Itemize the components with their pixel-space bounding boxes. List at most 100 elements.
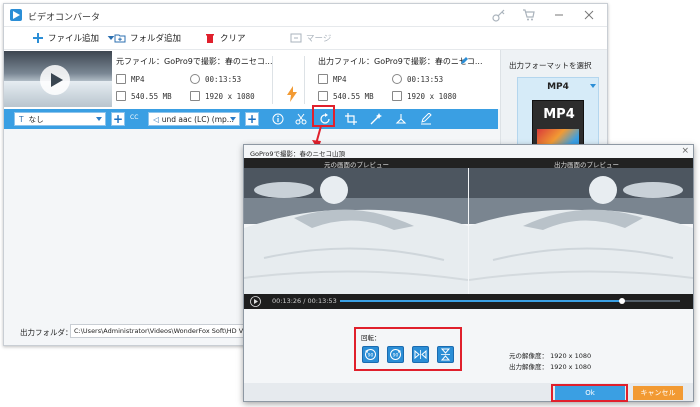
edit-icon[interactable] — [460, 56, 469, 65]
trash-icon — [206, 34, 214, 43]
rotate-controls: 回転： 90 90 — [354, 327, 462, 371]
output-folder-row: 出力フォルダ： C:\Users\Administrator\Videos\Wo… — [4, 322, 244, 342]
merge-icon — [290, 33, 302, 43]
watermark-icon[interactable] — [395, 113, 407, 125]
subtitle-edit-icon[interactable] — [420, 113, 432, 125]
toolbar: ファイル追加 フォルダ追加 クリア マージ — [4, 26, 607, 50]
add-audio-button[interactable]: + — [245, 112, 259, 126]
app-logo-icon — [10, 9, 22, 21]
original-preview — [244, 168, 468, 294]
cc-icon[interactable]: CC — [130, 114, 138, 121]
svg-text:90: 90 — [368, 353, 374, 359]
source-duration: 00:13:53 — [190, 74, 241, 84]
crop-icon[interactable] — [345, 113, 357, 125]
dialog-title: GoPro9で撮影：春のニセコ山頂 — [250, 150, 345, 158]
source-duration-value: 00:13:53 — [205, 74, 242, 84]
subtitle-select[interactable]: T なし — [14, 112, 106, 126]
folder-plus-icon — [114, 34, 126, 43]
dialog-close-icon[interactable]: × — [681, 146, 689, 156]
flip-horizontal-button[interactable] — [412, 346, 429, 363]
plus-icon — [33, 33, 43, 43]
add-folder-button[interactable]: フォルダ追加 — [114, 32, 181, 44]
original-resolution: 元の解像度： 1920 x 1080 — [509, 352, 592, 360]
play-icon[interactable] — [250, 296, 261, 307]
output-resolution-value: 1920 x 1080 — [407, 91, 457, 101]
ok-highlight — [551, 384, 628, 402]
rotate-right-button[interactable]: 90 — [387, 346, 404, 363]
source-format: MP4 — [116, 74, 145, 84]
lightning-icon — [286, 86, 298, 102]
folder-icon — [116, 91, 126, 101]
title-bar: ビデオコンバータ — [4, 4, 607, 26]
divider — [304, 56, 305, 104]
rotate-label: 回転： — [361, 334, 381, 342]
audio-select[interactable]: ◁ und aac (LC) (mp... — [148, 112, 240, 126]
output-size-value: 540.55 MB — [333, 91, 374, 101]
source-resolution-value: 1920 x 1080 — [205, 91, 255, 101]
output-folder-path[interactable]: C:\Users\Administrator\Videos\WonderFox … — [70, 324, 244, 338]
effects-icon[interactable] — [370, 113, 382, 125]
key-icon[interactable] — [492, 8, 506, 22]
cart-icon[interactable] — [522, 8, 536, 22]
options-bar: T なし + CC ◁ und aac (LC) (mp... + — [4, 109, 498, 129]
output-size: 540.55 MB — [318, 91, 374, 101]
seek-handle[interactable] — [619, 298, 626, 304]
rotate-left-icon: 90 — [365, 349, 376, 360]
cancel-button[interactable]: キャンセル — [633, 386, 683, 400]
add-file-button[interactable]: ファイル追加 — [32, 32, 115, 44]
output-format: MP4 — [318, 74, 347, 84]
format-name: MP4 — [547, 82, 569, 92]
chevron-down-icon — [230, 117, 236, 121]
window-title: ビデオコンバータ — [28, 13, 101, 23]
output-format-value: MP4 — [333, 74, 347, 84]
preview-header: 元の画面のプレビュー 出力画面のプレビュー — [244, 158, 693, 169]
svg-text:90: 90 — [393, 353, 399, 359]
add-folder-label: フォルダ追加 — [130, 34, 182, 44]
output-duration: 00:13:53 — [392, 74, 443, 84]
source-size-value: 540.55 MB — [131, 91, 172, 101]
output-preview — [469, 168, 693, 294]
rotate-dialog: GoPro9で撮影：春のニセコ山頂 × 元の画面のプレビュー 出力画面のプレビュ… — [243, 144, 694, 402]
add-subtitle-button[interactable]: + — [111, 112, 125, 126]
chevron-down-icon — [590, 84, 596, 88]
output-folder-label: 出力フォルダ： — [20, 328, 73, 337]
clock-icon — [190, 74, 200, 84]
clear-button[interactable]: クリア — [204, 32, 246, 44]
resolution-icon — [190, 91, 200, 101]
player-bar: 00:13:26 / 00:13:53 — [244, 294, 693, 309]
divider — [272, 56, 273, 104]
minimize-icon[interactable] — [552, 8, 566, 22]
file-icon — [318, 74, 328, 84]
file-icon — [116, 74, 126, 84]
source-size: 540.55 MB — [116, 91, 172, 101]
source-resolution: 1920 x 1080 — [190, 91, 255, 101]
subtitle-value: なし — [28, 114, 44, 124]
clear-label: クリア — [220, 34, 246, 44]
output-resolution: 出力解像度： 1920 x 1080 — [509, 363, 592, 371]
text-icon: T — [19, 114, 24, 124]
flip-horizontal-icon — [414, 349, 427, 360]
time-display: 00:13:26 / 00:13:53 — [272, 297, 337, 305]
play-icon[interactable] — [40, 65, 70, 95]
source-format-value: MP4 — [131, 74, 145, 84]
select-format-label: 出力フォーマットを選択 — [509, 61, 592, 70]
audio-value: und aac (LC) (mp... — [161, 114, 234, 124]
output-resolution: 1920 x 1080 — [392, 91, 457, 101]
mp4-badge-text: MP4 — [543, 107, 575, 122]
folder-icon — [318, 91, 328, 101]
close-icon[interactable] — [582, 8, 596, 22]
rotate-left-button[interactable]: 90 — [362, 346, 379, 363]
flip-vertical-button[interactable] — [437, 346, 454, 363]
scissors-icon[interactable] — [295, 113, 307, 125]
video-thumbnail[interactable] — [4, 51, 112, 107]
speaker-icon: ◁ — [153, 114, 159, 124]
info-icon[interactable] — [272, 113, 284, 125]
source-file-label: 元ファイル：GoPro9で撮影：春のニセコ... — [116, 57, 273, 66]
output-file-label: 出力ファイル：GoPro9で撮影：春のニセコ... — [318, 57, 483, 66]
resolution-icon — [392, 91, 402, 101]
rotate-highlight — [312, 105, 335, 127]
clock-icon — [392, 74, 402, 84]
merge-button[interactable]: マージ — [290, 32, 331, 44]
flip-vertical-icon — [440, 348, 451, 361]
chevron-down-icon — [96, 117, 102, 121]
